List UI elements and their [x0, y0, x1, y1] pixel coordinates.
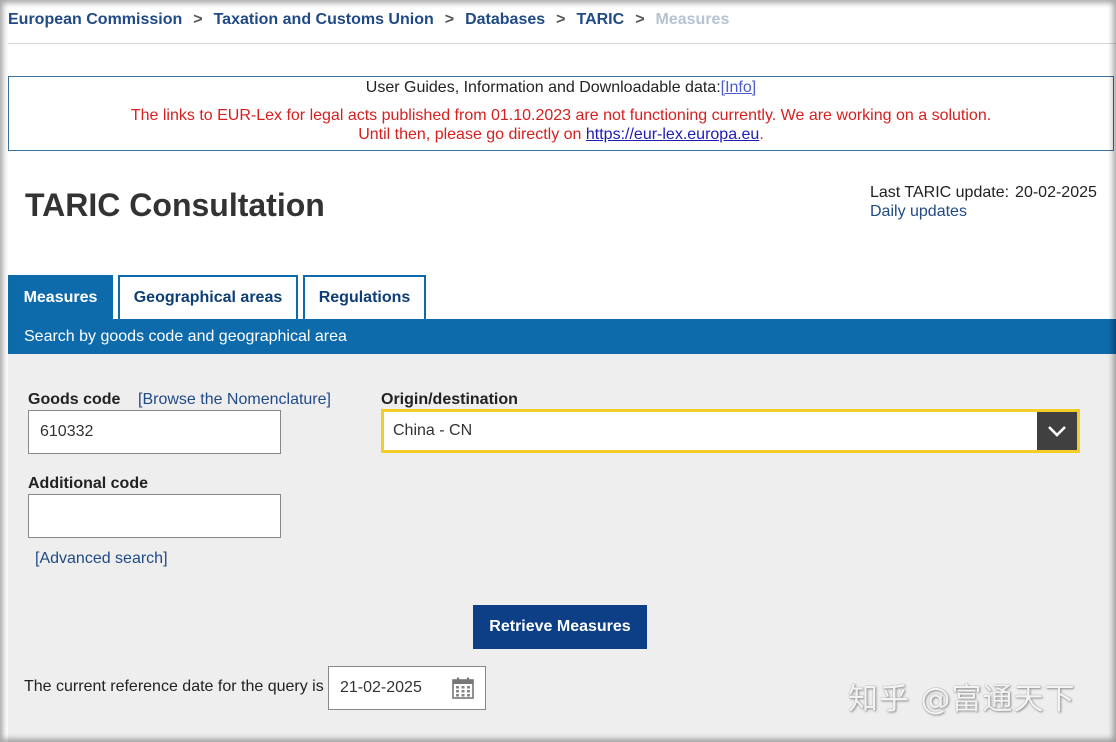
breadcrumb-taric[interactable]: TARIC [576, 11, 624, 29]
tab-regulations[interactable]: Regulations [303, 275, 426, 319]
info-link[interactable]: [Info] [721, 79, 757, 96]
watermark-text: 知乎 @富通天下 [848, 682, 1076, 717]
last-update-block: Last TARIC update: 20-02-2025 Daily updat… [870, 183, 1097, 221]
reference-date-field[interactable]: 21-02-2025 [328, 666, 486, 710]
eurlex-warning: The links to EUR-Lex for legal acts publ… [130, 107, 992, 124]
guides-text: User Guides, Information and Downloadabl… [365, 79, 721, 96]
advanced-search-link[interactable]: [Advanced search] [35, 550, 168, 568]
reference-date-label: The current reference date for the query… [24, 678, 324, 695]
eurlex-link[interactable]: https://eur-lex.europa.eu [586, 126, 759, 143]
info-notice-box: User Guides, Information and Downloadabl… [8, 76, 1114, 151]
eurlex-warning-line2: Until then, please go directly on https:… [9, 125, 1113, 144]
goods-code-label: Goods code [28, 391, 121, 408]
reference-date-value: 21-02-2025 [340, 679, 422, 696]
breadcrumb-divider [8, 43, 1116, 44]
breadcrumb-european-commission[interactable]: European Commission [8, 11, 182, 29]
additional-code-label: Additional code [28, 475, 148, 492]
retrieve-measures-button[interactable]: Retrieve Measures [473, 605, 647, 649]
section-header: Search by goods code and geographical ar… [8, 319, 1116, 354]
origin-destination-label: Origin/destination [381, 391, 518, 408]
breadcrumb-taxation-customs[interactable]: Taxation and Customs Union [214, 11, 434, 29]
origin-destination-select[interactable]: China - CN [381, 409, 1080, 453]
breadcrumb-separator: > [193, 11, 203, 28]
additional-code-input[interactable] [28, 494, 281, 538]
breadcrumb-databases[interactable]: Databases [465, 11, 545, 29]
calendar-icon[interactable] [451, 676, 475, 700]
warning-suffix: . [759, 126, 764, 143]
breadcrumb-separator: > [556, 11, 566, 28]
last-update-date: 20-02-2025 [1015, 184, 1097, 201]
breadcrumb: European Commission > Taxation and Custo… [8, 10, 729, 30]
breadcrumb-separator: > [444, 11, 455, 28]
warning-prefix: Until then, please go directly on [358, 126, 586, 143]
browse-nomenclature-link[interactable]: [Browse the Nomenclature] [138, 391, 331, 409]
page-title: TARIC Consultation [25, 187, 325, 223]
breadcrumb-current: Measures [655, 11, 730, 28]
chevron-down-icon[interactable] [1037, 412, 1077, 450]
guides-line: User Guides, Information and Downloadabl… [9, 78, 1113, 97]
breadcrumb-separator: > [635, 11, 645, 28]
tab-geographical-areas[interactable]: Geographical areas [118, 275, 298, 319]
tab-measures[interactable]: Measures [8, 275, 113, 319]
last-update-label: Last TARIC update: [870, 184, 1010, 201]
daily-updates-link[interactable]: Daily updates [870, 202, 1097, 221]
goods-code-input[interactable] [28, 410, 281, 454]
origin-selected-value: China - CN [393, 422, 473, 439]
